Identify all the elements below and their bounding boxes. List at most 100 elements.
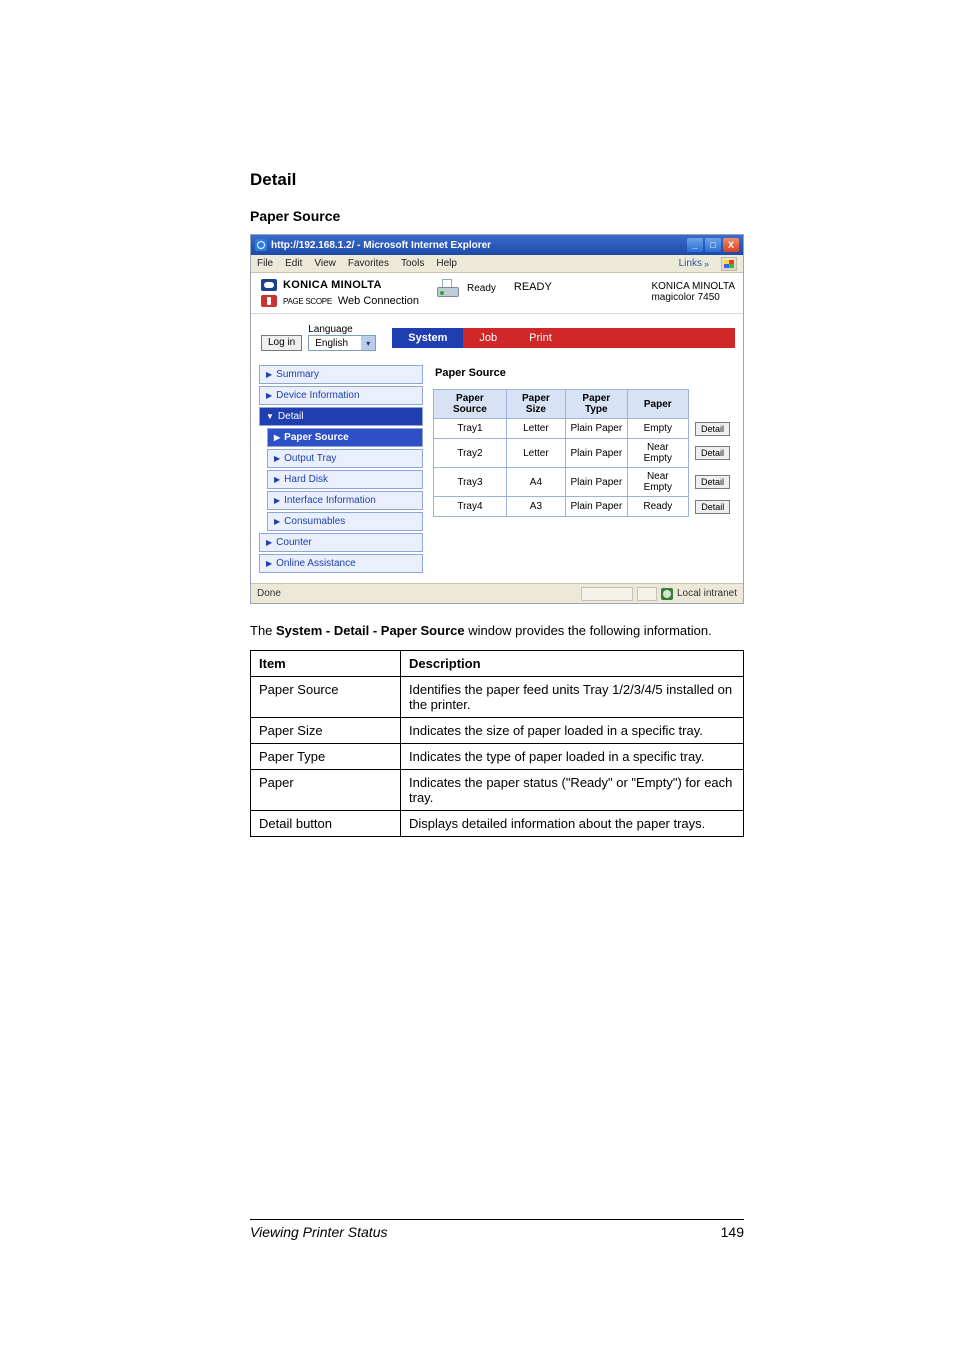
triangle-right-icon: ▶ [266,538,272,547]
description-table: Item Description Paper Source Identifies… [250,650,744,837]
detail-button[interactable]: Detail [695,475,730,489]
cell-item: Paper Type [251,743,401,769]
main-panel: Paper Source Paper Source Paper Size Pap… [433,365,735,575]
intro-paragraph: The System - Detail - Paper Source windo… [250,622,744,640]
cell-source: Tray3 [434,468,507,497]
sidebar-item-interface-information[interactable]: ▶ Interface Information [267,491,423,510]
printer-model: magicolor 7450 [651,292,735,303]
cell-type: Plain Paper [565,419,627,439]
status-bar: Done Local intranet [251,583,743,603]
language-value: English [309,338,361,349]
cell-source: Tray4 [434,497,507,517]
cell-item: Paper Size [251,717,401,743]
window-titlebar: http://192.168.1.2/ - Microsoft Internet… [251,235,743,255]
triangle-right-icon: ▶ [266,391,272,400]
right-brand-name: KONICA MINOLTA [651,281,735,292]
sidebar-item-label: Counter [276,537,312,548]
table-row: Paper Indicates the paper status ("Ready… [251,769,744,810]
app-header: KONICA MINOLTA PAGE SCOPE Web Connection… [251,273,743,314]
sidebar-item-online-assistance[interactable]: ▶ Online Assistance [259,554,423,573]
table-row: Paper Size Indicates the size of paper l… [251,717,744,743]
sidebar-item-label: Hard Disk [284,474,328,485]
chevron-right-icon: » [704,259,709,269]
cell-type: Plain Paper [565,439,627,468]
login-button[interactable]: Log in [261,335,302,351]
heading-paper-source: Paper Source [250,208,744,224]
detail-button[interactable]: Detail [695,422,730,436]
cell-type: Plain Paper [565,497,627,517]
throbber-icon [721,257,737,271]
menu-view[interactable]: View [314,258,336,269]
table-row: Tray2 Letter Plain Paper Near Empty Deta… [434,439,735,468]
footer-title: Viewing Printer Status [250,1224,387,1240]
sidebar: ▶Summary ▶ Device Information ▼Detail ▶ Pa… [259,365,423,575]
heading-detail: Detail [250,170,744,190]
cell-desc: Indicates the paper status ("Ready" or "… [401,769,744,810]
content-area: ▶Summary ▶ Device Information ▼Detail ▶ Pa… [251,357,743,583]
cell-item: Paper [251,769,401,810]
printer-status-icon [437,279,459,297]
sidebar-item-label: Detail [278,411,304,422]
table-row: Detail button Displays detailed informat… [251,810,744,836]
language-select[interactable]: English ▾ [308,335,376,351]
sidebar-item-device-information[interactable]: ▶ Device Information [259,386,423,405]
table-row: Tray1 Letter Plain Paper Empty Detail [434,419,735,439]
tab-strip-filler [568,328,735,348]
sidebar-item-counter[interactable]: ▶ Counter [259,533,423,552]
security-zone: Local intranet [661,588,737,600]
toolbar-row: Log in Language English ▾ System Job Pri… [251,314,743,357]
sidebar-item-label: Paper Source [284,432,348,443]
cell-item: Detail button [251,810,401,836]
tab-system[interactable]: System [392,328,463,348]
sidebar-item-detail[interactable]: ▼Detail [259,407,423,426]
para-post: window provides the following informatio… [465,623,712,638]
para-bold: System - Detail - Paper Source [276,623,465,638]
menu-file[interactable]: File [257,258,273,269]
cell-size: Letter [506,439,565,468]
tab-job[interactable]: Job [463,328,513,348]
ie-icon [255,239,267,251]
menu-tools[interactable]: Tools [401,258,424,269]
triangle-right-icon: ▶ [266,559,272,568]
window-minimize-button[interactable]: _ [687,238,703,252]
brand-logo-icon [261,279,277,291]
sidebar-item-label: Interface Information [284,495,376,506]
th-paper-source: Paper Source [434,390,507,419]
menu-help[interactable]: Help [436,258,457,269]
page-number: 149 [721,1224,744,1240]
triangle-right-icon: ▶ [274,496,280,505]
th-paper: Paper [627,390,688,419]
sidebar-item-label: Online Assistance [276,558,356,569]
sidebar-item-paper-source[interactable]: ▶ Paper Source [267,428,423,447]
cell-source: Tray2 [434,439,507,468]
sidebar-item-summary[interactable]: ▶Summary [259,365,423,384]
window-close-button[interactable]: X [723,238,739,252]
table-row: Paper Source Identifies the paper feed u… [251,676,744,717]
printer-status-text: Ready [467,283,496,294]
tab-print[interactable]: Print [513,328,568,348]
detail-button[interactable]: Detail [695,500,730,514]
sidebar-item-consumables[interactable]: ▶Consumables [267,512,423,531]
triangle-right-icon: ▶ [274,433,280,442]
web-connection-label: Web Connection [338,295,419,307]
sidebar-item-label: Device Information [276,390,359,401]
th-paper-type: Paper Type [565,390,627,419]
menu-edit[interactable]: Edit [285,258,302,269]
ready-label: READY [514,279,552,293]
links-toolbar[interactable]: Links » [679,258,709,269]
table-header-row: Paper Source Paper Size Paper Type Paper [434,390,735,419]
sidebar-item-hard-disk[interactable]: ▶Hard Disk [267,470,423,489]
menu-favorites[interactable]: Favorites [348,258,389,269]
statusbar-slot [637,587,657,601]
tab-strip: System Job Print [392,328,735,348]
window-maximize-button[interactable]: □ [705,238,721,252]
cell-paper: Near Empty [627,439,688,468]
cell-paper: Near Empty [627,468,688,497]
sidebar-item-output-tray[interactable]: ▶Output Tray [267,449,423,468]
window-title: http://192.168.1.2/ - Microsoft Internet… [271,240,491,251]
sidebar-item-label: Output Tray [284,453,336,464]
language-label: Language [308,324,376,335]
chevron-down-icon: ▾ [361,336,375,350]
cell-size: Letter [506,419,565,439]
detail-button[interactable]: Detail [695,446,730,460]
